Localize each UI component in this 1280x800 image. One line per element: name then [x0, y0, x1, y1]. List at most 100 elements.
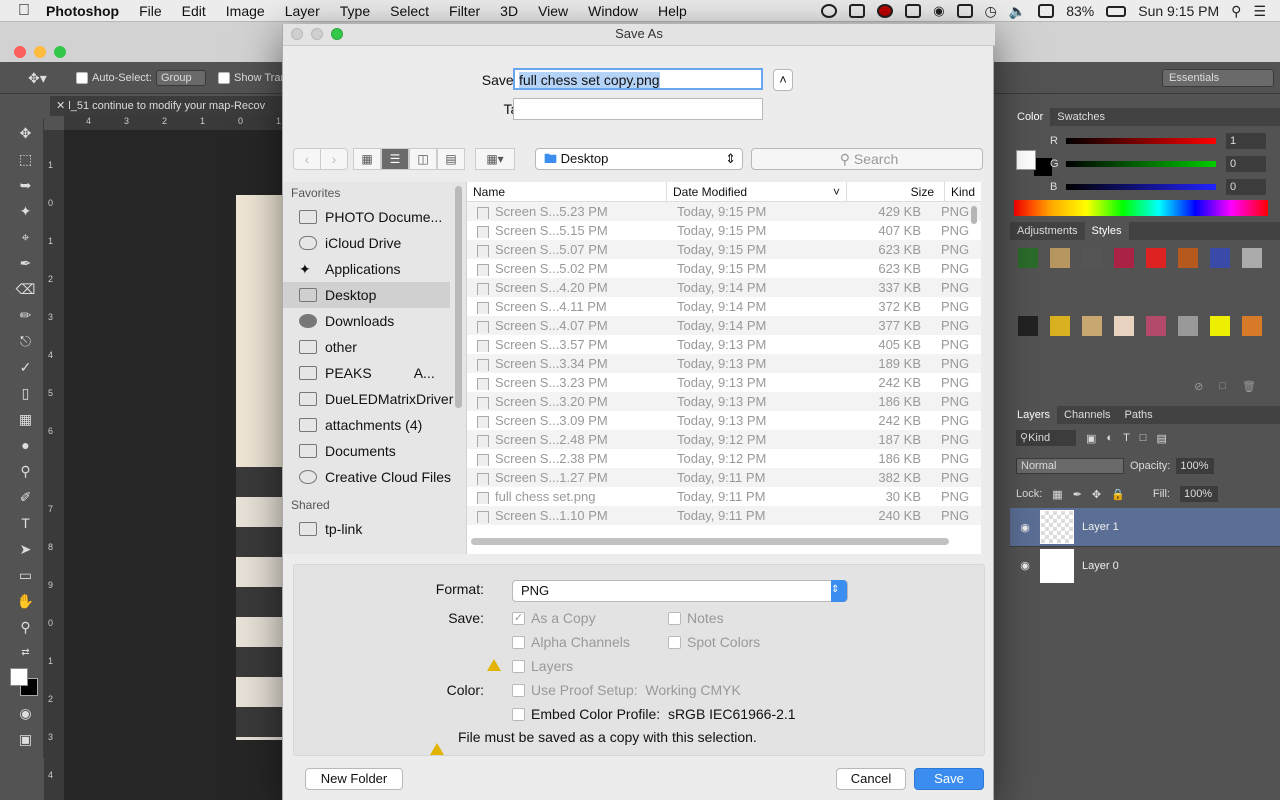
- group-select[interactable]: Group: [156, 70, 206, 86]
- tab-channels[interactable]: Channels: [1057, 406, 1117, 424]
- sidebar-item-creative-cloud-files[interactable]: Creative Cloud Files: [283, 464, 466, 490]
- style-swatch[interactable]: [1082, 316, 1102, 336]
- eraser-tool-icon[interactable]: ▯: [12, 382, 40, 404]
- dialog-zoom-button[interactable]: [331, 28, 343, 40]
- sidebar-item-other[interactable]: other: [283, 334, 466, 360]
- time-machine-icon[interactable]: ◷: [985, 3, 997, 20]
- green-slider-track[interactable]: [1066, 160, 1216, 167]
- column-header-kind[interactable]: Kind: [945, 182, 981, 201]
- menu-file[interactable]: File: [139, 3, 162, 19]
- filter-shape-icon[interactable]: □: [1140, 432, 1147, 444]
- visibility-eye-icon[interactable]: ◉: [1010, 521, 1040, 534]
- style-swatch[interactable]: [1242, 248, 1262, 268]
- green-value[interactable]: 0: [1226, 155, 1266, 172]
- menu-filter[interactable]: Filter: [449, 3, 480, 19]
- expand-dialog-button[interactable]: ˄: [773, 69, 793, 91]
- sidebar-item-attachments[interactable]: attachments (4): [283, 412, 466, 438]
- layer-row-layer-0[interactable]: ◉ Layer 0: [1010, 546, 1280, 584]
- red-slider-track[interactable]: [1066, 137, 1216, 144]
- style-swatch[interactable]: [1050, 248, 1070, 268]
- foreground-color-swatch[interactable]: [10, 668, 28, 686]
- style-swatch[interactable]: [1178, 248, 1198, 268]
- file-row[interactable]: Screen S...5.15 PM Today, 9:15 PM 407 KB PN…: [467, 221, 981, 240]
- battery-icon[interactable]: [1106, 5, 1127, 17]
- alert-icon[interactable]: [905, 4, 922, 18]
- keyboard-icon[interactable]: [956, 4, 973, 18]
- embed-profile-checkbox[interactable]: [512, 707, 525, 721]
- cancel-button[interactable]: Cancel: [836, 768, 906, 790]
- filter-adjustment-icon[interactable]: ◐: [1106, 432, 1113, 444]
- blur-tool-icon[interactable]: ●: [12, 434, 40, 456]
- style-swatch[interactable]: [1082, 248, 1102, 268]
- gradient-tool-icon[interactable]: ▦: [12, 408, 40, 430]
- tab-paths[interactable]: Paths: [1118, 406, 1160, 424]
- location-popup[interactable]: 🖿 Desktop ⇕: [535, 148, 743, 170]
- back-button[interactable]: ‹: [293, 148, 321, 170]
- file-row[interactable]: Screen S...5.02 PM Today, 9:15 PM 623 KB PN…: [467, 259, 981, 278]
- zoom-window-button[interactable]: [54, 46, 66, 58]
- sidebar-item-documents[interactable]: Documents: [283, 438, 466, 464]
- stamp-tool-icon[interactable]: ⎋: [12, 330, 40, 352]
- search-field[interactable]: ⚲ Search: [751, 148, 983, 170]
- filename-input[interactable]: full chess set copy.png: [513, 68, 763, 90]
- visibility-eye-icon[interactable]: ◉: [1010, 559, 1040, 572]
- tab-swatches[interactable]: Swatches: [1050, 108, 1112, 126]
- file-row[interactable]: Screen S...3.34 PM Today, 9:13 PM 189 KB PN…: [467, 354, 981, 373]
- menu-help[interactable]: Help: [658, 3, 687, 19]
- style-swatch[interactable]: [1018, 316, 1038, 336]
- file-row[interactable]: Screen S...2.48 PM Today, 9:12 PM 187 KB PN…: [467, 430, 981, 449]
- marquee-tool-icon[interactable]: ⬚: [12, 148, 40, 170]
- tab-styles[interactable]: Styles: [1084, 222, 1129, 240]
- new-folder-button[interactable]: New Folder: [305, 768, 403, 790]
- record-icon[interactable]: [877, 4, 894, 18]
- tab-layers[interactable]: Layers: [1010, 406, 1058, 424]
- healing-brush-tool-icon[interactable]: ⌫: [12, 278, 40, 300]
- file-row[interactable]: Screen S...4.20 PM Today, 9:14 PM 337 KB PN…: [467, 278, 981, 297]
- style-swatch[interactable]: [1242, 316, 1262, 336]
- red-value[interactable]: 1: [1226, 132, 1266, 149]
- color-swatches[interactable]: [8, 668, 43, 698]
- list-view-button[interactable]: ☰: [381, 148, 409, 170]
- wifi-icon[interactable]: ◉: [933, 3, 944, 19]
- spotlight-icon[interactable]: ⚲: [1231, 3, 1241, 20]
- format-select[interactable]: PNG ⇕: [512, 580, 848, 602]
- filter-type-icon[interactable]: T: [1123, 432, 1130, 444]
- swap-colors-icon[interactable]: ⇄: [12, 642, 40, 664]
- minimize-window-button[interactable]: [34, 46, 46, 58]
- slider-blue[interactable]: B 0: [1050, 175, 1280, 198]
- menu-window[interactable]: Window: [588, 3, 638, 19]
- screen-mode-icon[interactable]: ▣: [12, 728, 40, 750]
- filter-pixel-icon[interactable]: ▣: [1086, 432, 1096, 445]
- workspace-select[interactable]: Essentials: [1162, 69, 1274, 87]
- column-header-date-modified[interactable]: Date Modified ˅: [667, 182, 847, 201]
- layer-name[interactable]: Layer 1: [1082, 521, 1119, 533]
- column-header-name[interactable]: Name: [467, 182, 667, 201]
- column-view-button[interactable]: ◫: [409, 148, 437, 170]
- kind-filter-select[interactable]: ⚲Kind: [1016, 430, 1076, 446]
- vertical-scroll-thumb[interactable]: [971, 206, 977, 224]
- file-row[interactable]: Screen S...1.10 PM Today, 9:11 PM 240 KB PN…: [467, 506, 981, 525]
- quick-mask-icon[interactable]: ◉: [12, 702, 40, 724]
- tab-adjustments[interactable]: Adjustments: [1010, 222, 1085, 240]
- auto-select-checkbox[interactable]: [76, 72, 88, 84]
- document-tab-close-icon[interactable]: ✕: [56, 100, 68, 112]
- clock[interactable]: Sun 9:15 PM: [1138, 3, 1219, 19]
- style-swatch[interactable]: [1018, 248, 1038, 268]
- tags-input[interactable]: [513, 98, 763, 120]
- dodge-tool-icon[interactable]: ⚲: [12, 460, 40, 482]
- blue-slider-track[interactable]: [1066, 183, 1216, 190]
- creative-cloud-icon[interactable]: [821, 4, 838, 18]
- sidebar-item-peaks[interactable]: PEAKS A...: [283, 360, 466, 386]
- file-row[interactable]: full chess set.png Today, 9:11 PM 30 KB PNG: [467, 487, 981, 506]
- slider-red[interactable]: R 1: [1050, 129, 1280, 152]
- style-swatch[interactable]: [1178, 316, 1198, 336]
- style-swatch[interactable]: [1210, 316, 1230, 336]
- style-swatch[interactable]: [1210, 248, 1230, 268]
- new-style-icon[interactable]: □: [1219, 380, 1226, 398]
- move-tool-icon[interactable]: ✥: [12, 122, 40, 144]
- calendar-icon[interactable]: [1038, 4, 1055, 18]
- close-window-button[interactable]: [14, 46, 26, 58]
- menu-layer[interactable]: Layer: [285, 3, 320, 19]
- lasso-tool-icon[interactable]: ➥: [12, 174, 40, 196]
- brush-tool-icon[interactable]: ✏: [12, 304, 40, 326]
